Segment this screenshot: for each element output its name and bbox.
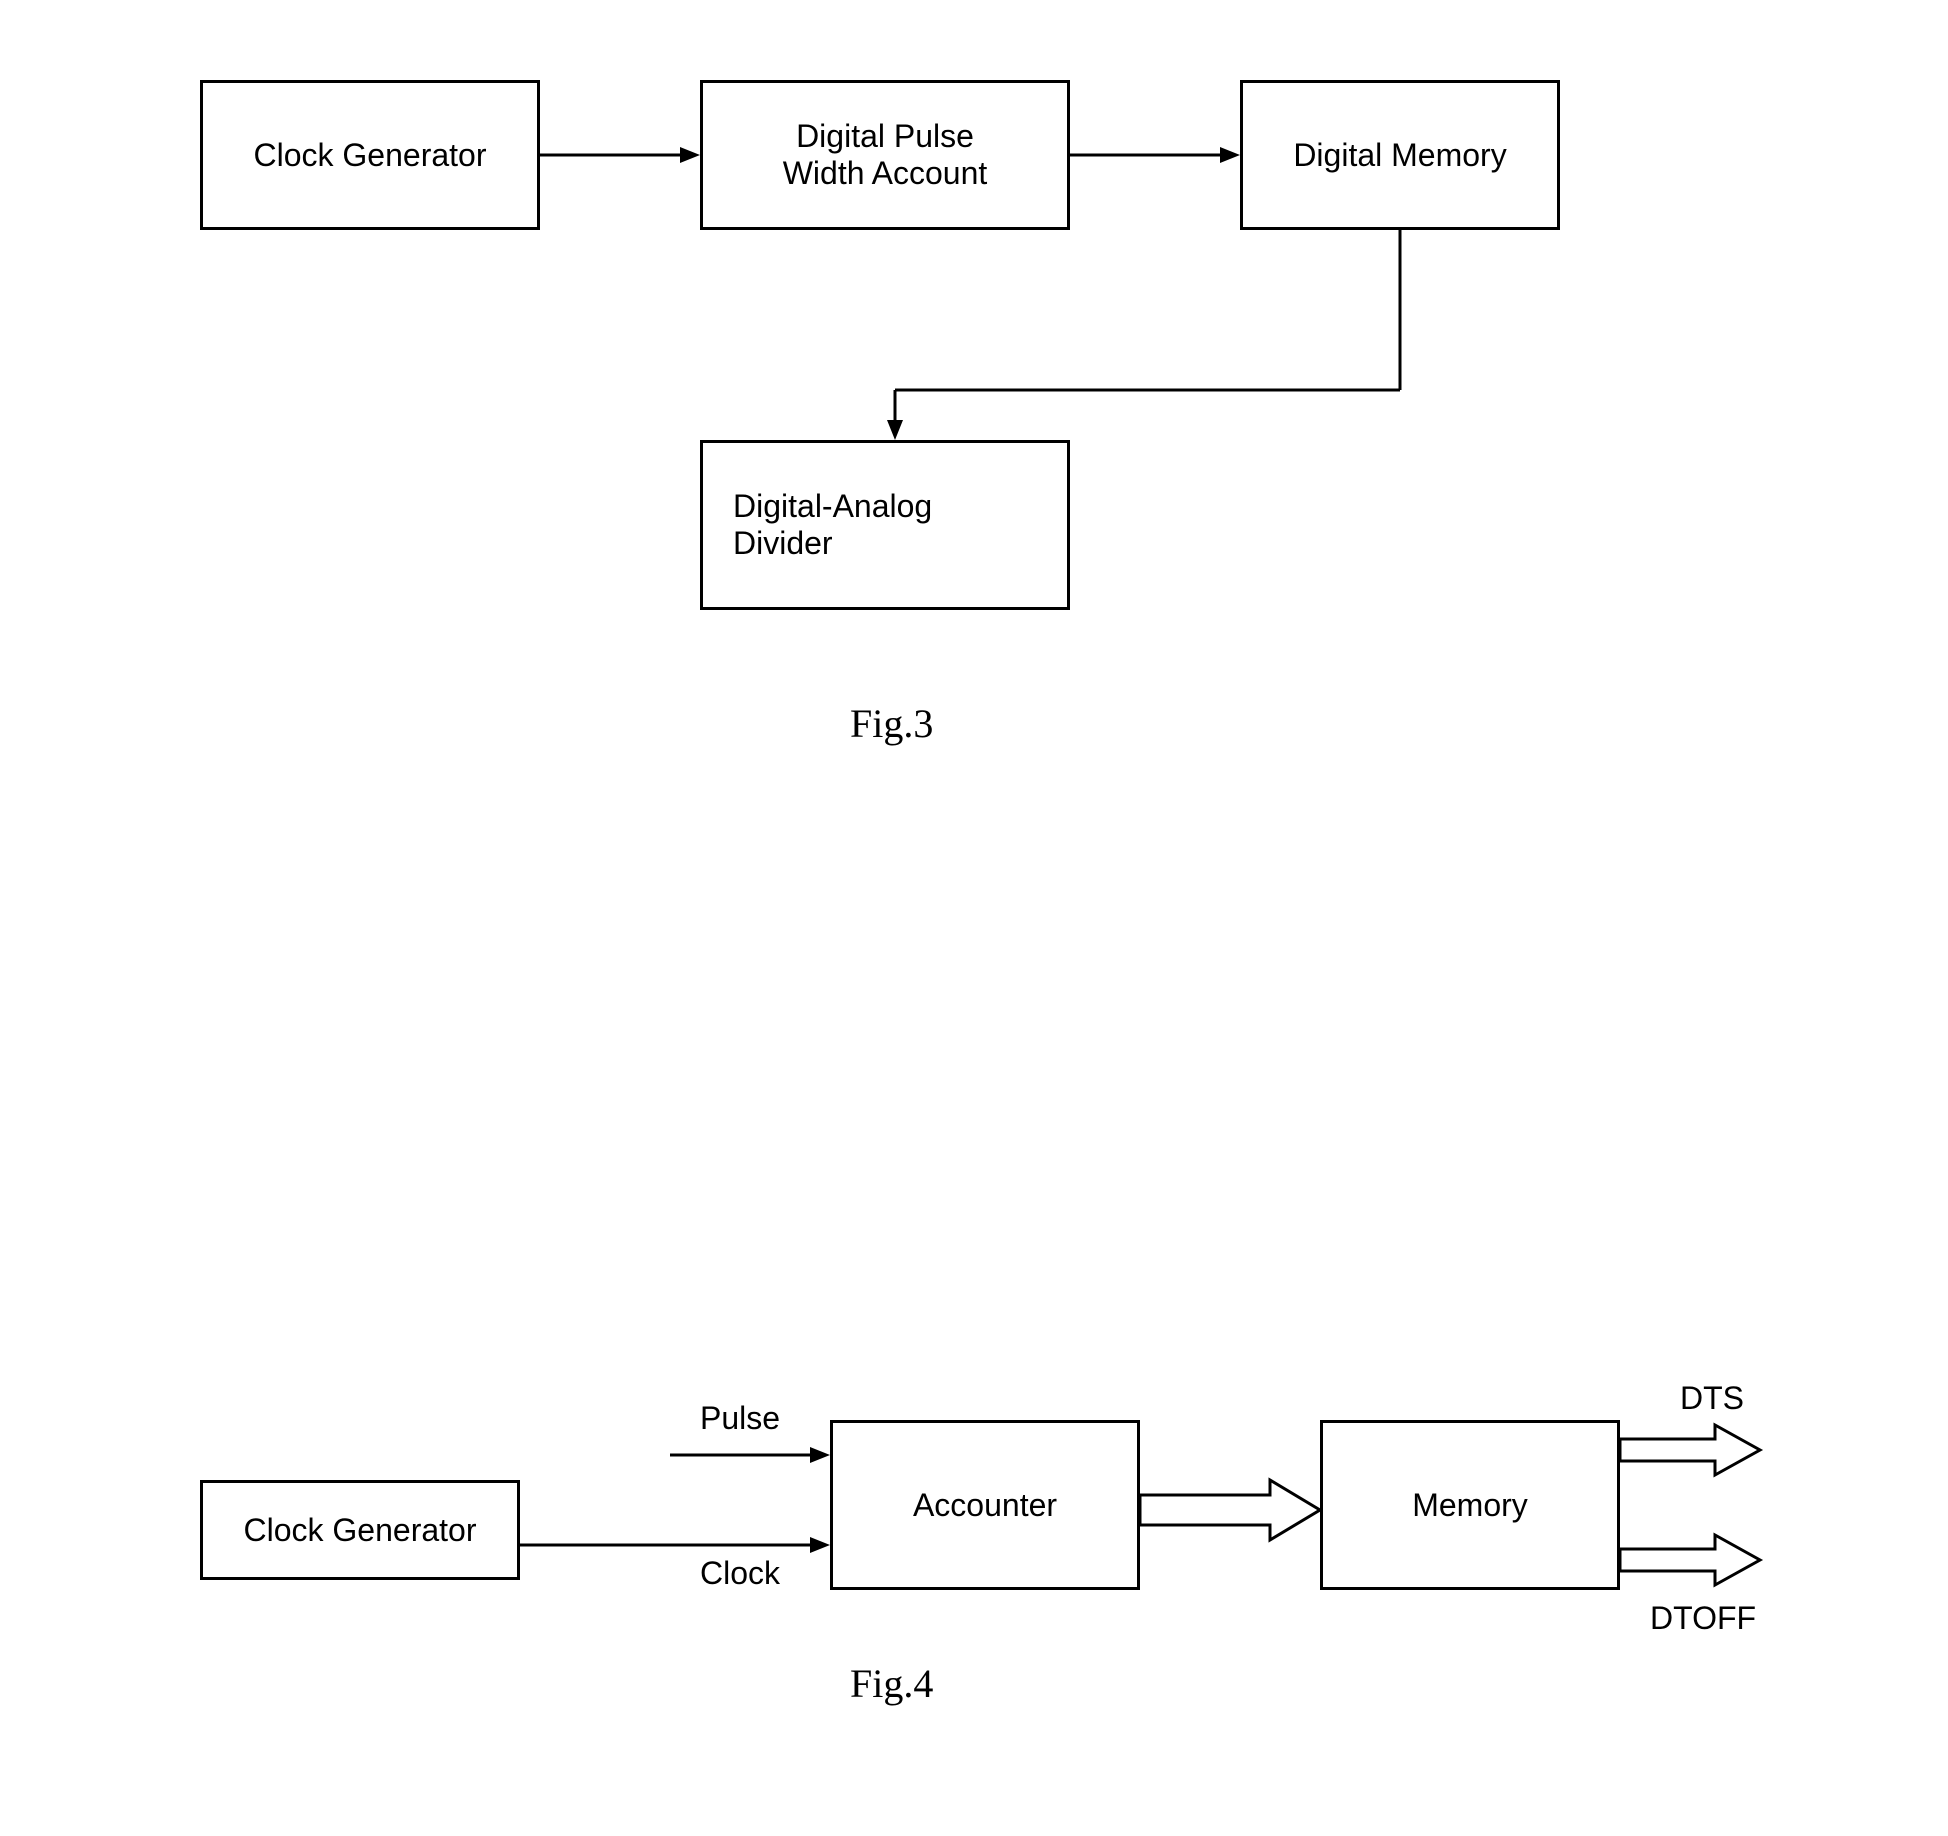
fig3-arrow-dm-to-dad [880,230,1410,445]
fig4-clock-input-arrow [520,1535,830,1555]
fig4-clock-label: Clock [700,1555,780,1592]
fig3-dad-label: Digital-Analog Divider [733,488,932,562]
fig3-digital-memory-label: Digital Memory [1293,137,1506,174]
fig4-accounter-to-memory-arrow [1140,1480,1320,1540]
fig4-dts-label: DTS [1680,1380,1744,1417]
fig4-clock-generator-label: Clock Generator [244,1512,477,1549]
fig4-clock-generator-box: Clock Generator [200,1480,520,1580]
fig4-dtoff-label: DTOFF [1650,1600,1756,1637]
fig3-arrow-cg-to-dpwa [540,145,700,165]
fig4-dtoff-output-arrow [1620,1535,1760,1585]
fig4-pulse-label: Pulse [700,1400,780,1437]
fig4-caption: Fig.4 [850,1660,933,1707]
fig3-arrow-dpwa-to-dm [1070,145,1240,165]
fig4-dts-output-arrow [1620,1425,1760,1475]
fig4-memory-box: Memory [1320,1420,1620,1590]
fig3-digital-memory-box: Digital Memory [1240,80,1560,230]
fig3-caption: Fig.3 [850,700,933,747]
fig4-pulse-input-arrow [670,1445,830,1465]
fig4-accounter-box: Accounter [830,1420,1140,1590]
fig4-accounter-label: Accounter [913,1487,1057,1524]
fig4-memory-label: Memory [1412,1487,1528,1524]
fig3-clock-generator-box: Clock Generator [200,80,540,230]
fig3-dpwa-label: Digital Pulse Width Account [783,118,988,192]
fig3-digital-analog-divider-box: Digital-Analog Divider [700,440,1070,610]
fig3-digital-pulse-width-account-box: Digital Pulse Width Account [700,80,1070,230]
fig3-clock-generator-label: Clock Generator [254,137,487,174]
